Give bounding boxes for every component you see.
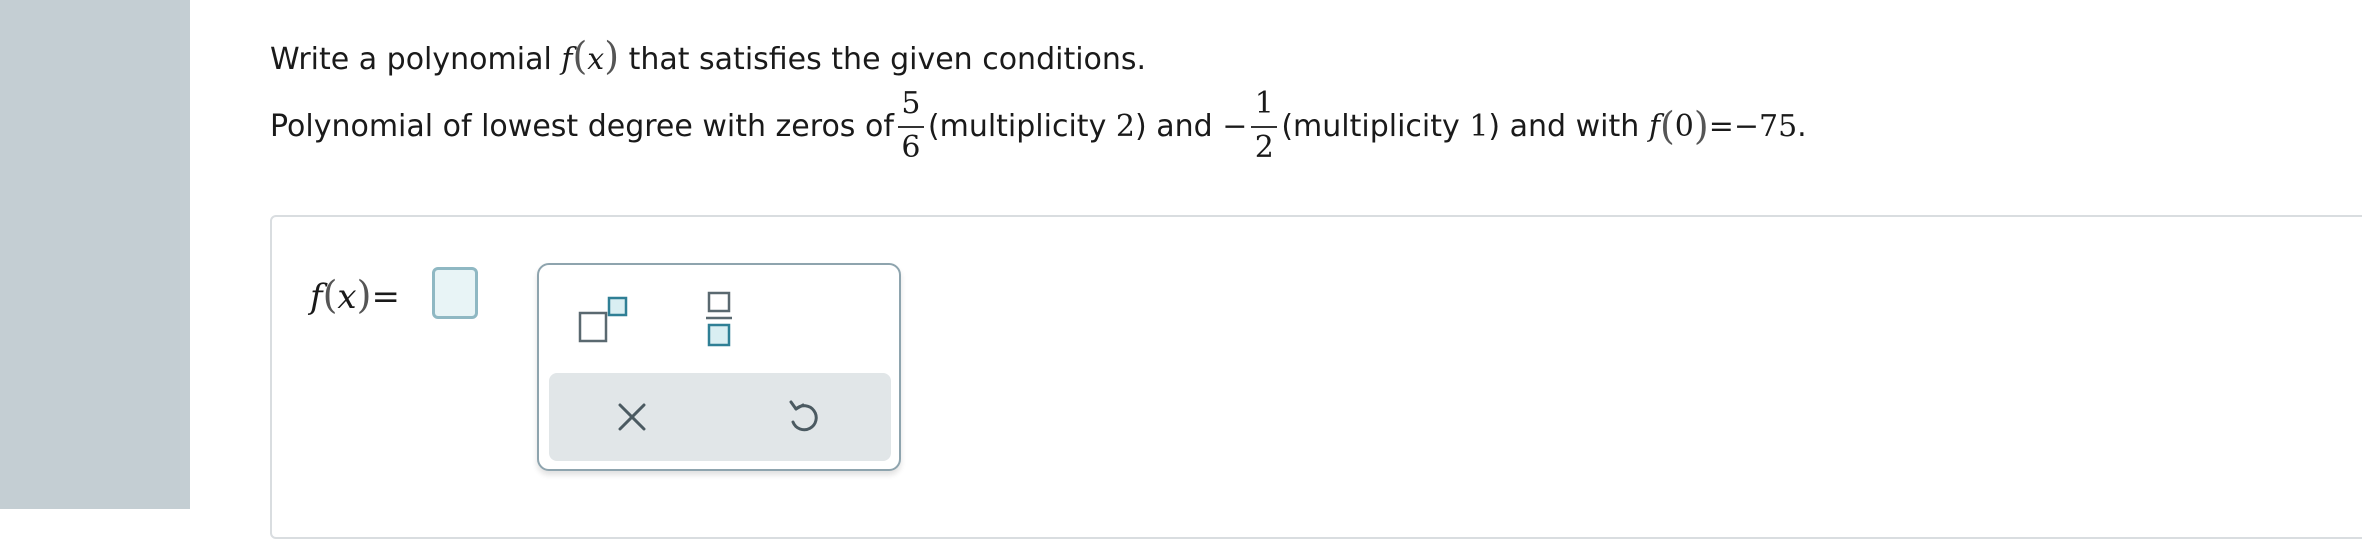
condition-equals: = xyxy=(1708,108,1734,144)
undo-icon xyxy=(789,400,818,432)
paren-open: ( xyxy=(322,273,338,317)
paren-close: ) xyxy=(604,34,620,78)
fraction-bar xyxy=(1251,126,1278,128)
undo-button[interactable] xyxy=(787,400,819,434)
question-line-1: Write a polynomial f(x) that satisfies t… xyxy=(270,36,1146,80)
zeros-intro: Polynomial of lowest degree with zeros o… xyxy=(270,108,894,144)
clear-button[interactable] xyxy=(617,402,647,432)
function-variable: x xyxy=(587,42,605,77)
multiplicity-one-value: 2 xyxy=(1115,108,1135,144)
question-suffix: that satisfies the given conditions. xyxy=(628,42,1147,77)
answer-function-name: f xyxy=(310,277,323,317)
fraction-button[interactable] xyxy=(701,289,737,349)
multiplicity-one-prefix: (multiplicity xyxy=(927,108,1107,144)
condition-function-name: f xyxy=(1648,108,1660,144)
answer-variable: x xyxy=(337,277,357,317)
question-line-2: Polynomial of lowest degree with zeros o… xyxy=(270,80,1807,172)
paren-open: ( xyxy=(572,34,588,78)
zero-one-fraction: 5 6 xyxy=(897,86,924,166)
multiplicity-two-value: 1 xyxy=(1469,108,1489,144)
answer-label: f(x)= xyxy=(310,270,400,322)
zero-one-denominator: 6 xyxy=(901,130,921,165)
paren-open: ( xyxy=(1659,104,1675,148)
multiplicity-two-suffix: ) and with xyxy=(1488,108,1640,144)
paren-close: ) xyxy=(356,273,372,317)
condition-period: . xyxy=(1797,108,1807,144)
condition-argument: 0 xyxy=(1674,108,1694,144)
superscript-icon xyxy=(578,296,628,343)
multiplicity-two-prefix: (multiplicity xyxy=(1281,108,1460,144)
zero-two-numerator: 1 xyxy=(1254,86,1274,121)
math-tool-palette xyxy=(537,263,901,471)
fraction-icon xyxy=(706,291,732,347)
action-bar xyxy=(549,373,891,461)
paren-close: ) xyxy=(1693,104,1709,148)
zero-one-numerator: 5 xyxy=(901,86,921,121)
fraction-bar xyxy=(897,126,924,128)
answer-equals: = xyxy=(371,277,400,317)
multiplicity-one-suffix: ) and xyxy=(1134,108,1213,144)
condition-value: −75 xyxy=(1733,108,1798,144)
zero-two-fraction: 1 2 xyxy=(1251,86,1278,166)
clear-icon xyxy=(618,403,646,431)
left-rail xyxy=(0,0,190,509)
answer-input[interactable] xyxy=(432,267,478,319)
function-name: f xyxy=(561,42,573,77)
minus-sign: − xyxy=(1222,108,1248,144)
zero-two-denominator: 2 xyxy=(1254,130,1274,165)
superscript-button[interactable] xyxy=(577,295,629,345)
question-prefix: Write a polynomial xyxy=(270,42,552,77)
